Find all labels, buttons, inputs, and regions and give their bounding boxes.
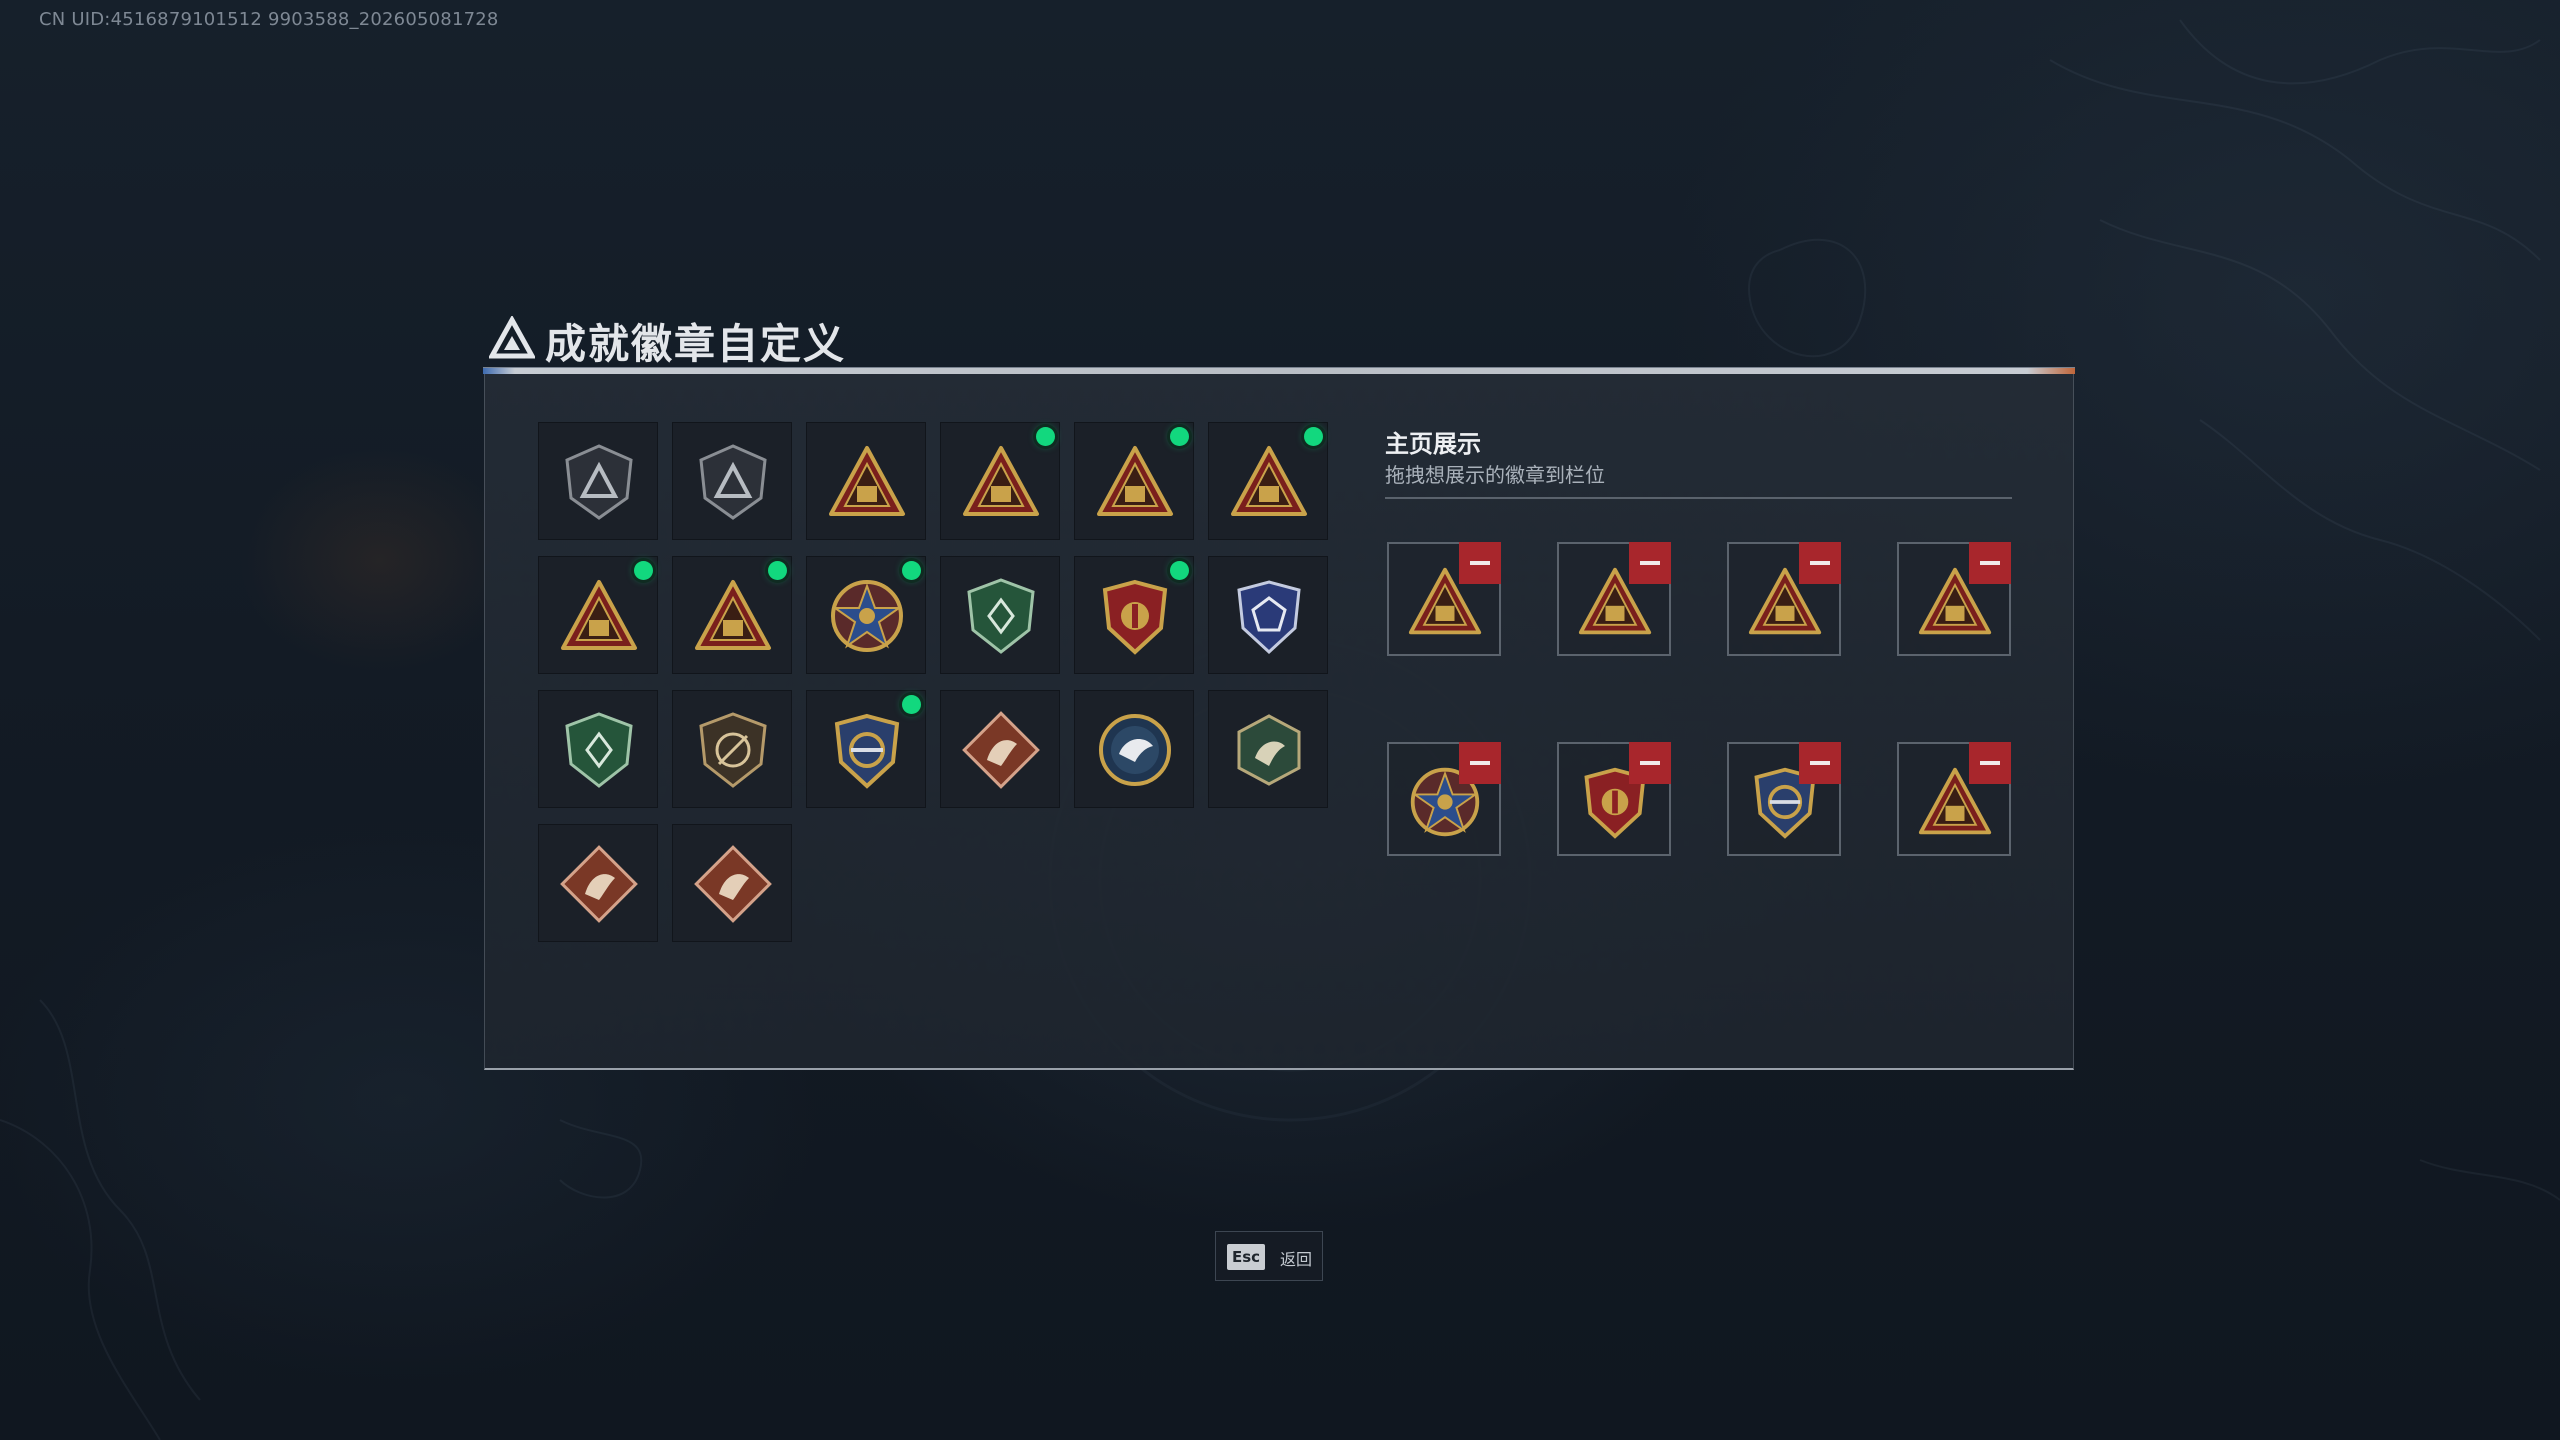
runner-diamond-badge-icon (694, 845, 772, 923)
showcase-slot-2[interactable] (1557, 542, 1671, 656)
badge-cell-star-medal-badge[interactable] (806, 556, 926, 674)
new-badge-indicator (1170, 427, 1189, 446)
badge-cell-blue-shield-badge[interactable] (1208, 556, 1328, 674)
showcase-slot-6[interactable] (1557, 742, 1671, 856)
badge-cell-green-rifle-shield-badge[interactable] (538, 690, 658, 808)
new-badge-indicator (1036, 427, 1055, 446)
new-badge-indicator (902, 695, 921, 714)
badge-cell-rocket-triangle-badge[interactable] (672, 556, 792, 674)
badge-cell-green-shield-badge[interactable] (940, 556, 1060, 674)
eagle-round-badge-icon (1099, 714, 1171, 786)
remove-badge-button[interactable] (1799, 742, 1841, 784)
badge-cell-hands-triangle-badge[interactable] (1208, 422, 1328, 540)
showcase-title: 主页展示 (1385, 430, 1481, 458)
showcase-slot-5[interactable] (1387, 742, 1501, 856)
s6-triangle-badge-icon (829, 446, 905, 516)
back-label: 返回 (1280, 1250, 1313, 1269)
remove-badge-button[interactable] (1629, 742, 1671, 784)
soldiers-triangle-badge-icon (561, 580, 637, 650)
new-badge-indicator (1170, 561, 1189, 580)
wolf-diamond-badge-icon (962, 711, 1040, 789)
remove-badge-button[interactable] (1629, 542, 1671, 584)
remove-badge-button[interactable] (1969, 742, 2011, 784)
blue-shield-badge-icon (1237, 580, 1301, 655)
badge-cell-eagle-round-badge[interactable] (1074, 690, 1194, 808)
building-triangle-badge-icon (963, 446, 1039, 516)
showcase-slot-7[interactable] (1727, 742, 1841, 856)
remove-badge-button[interactable] (1799, 542, 1841, 584)
badge-cell-soldiers-triangle-badge[interactable] (538, 556, 658, 674)
showcase-slot-3[interactable] (1727, 542, 1841, 656)
helicopter-shield-badge-icon (699, 444, 767, 520)
wasp-hexagon-badge-icon (1237, 714, 1301, 786)
delta-logo-icon (489, 316, 535, 359)
remove-badge-button[interactable] (1969, 542, 2011, 584)
badge-cell-wolf-diamond-badge[interactable] (940, 690, 1060, 808)
badge-cell-building-triangle-badge[interactable] (940, 422, 1060, 540)
triangle-shield-badge-icon (565, 444, 633, 520)
red-crest-badge-icon (1102, 579, 1168, 655)
new-badge-indicator (902, 561, 921, 580)
star-medal-badge-icon (831, 580, 903, 652)
showcase-slot-1[interactable] (1387, 542, 1501, 656)
new-badge-indicator (1304, 427, 1323, 446)
badge-cell-helicopter-shield-badge[interactable] (672, 422, 792, 540)
esc-key-icon: Esc (1227, 1244, 1265, 1270)
badge-cell-runner-diamond-badge[interactable] (672, 824, 792, 942)
remove-badge-button[interactable] (1459, 542, 1501, 584)
hands-triangle-badge-icon (1231, 446, 1307, 516)
badge-cell-wasp-hexagon-badge[interactable] (1208, 690, 1328, 808)
showcase-subtitle: 拖拽想展示的徽章到栏位 (1385, 463, 1605, 487)
user-uid: CN UID:4516879101512 9903588_20260508172… (39, 9, 499, 30)
remove-badge-button[interactable] (1459, 742, 1501, 784)
number-one-triangle-badge-icon (1097, 446, 1173, 516)
badge-cell-s6-triangle-badge[interactable] (806, 422, 926, 540)
badge-cell-red-crest-badge[interactable] (1074, 556, 1194, 674)
showcase-divider (1385, 497, 2012, 499)
showcase-slot-8[interactable] (1897, 742, 2011, 856)
rifle-shield-badge-icon (699, 712, 767, 788)
badge-cell-triangle-shield-badge[interactable] (538, 422, 658, 540)
badge-cell-blue-gold-crest-badge[interactable] (806, 690, 926, 808)
back-button[interactable]: Esc 返回 (1215, 1231, 1323, 1281)
header-divider (483, 367, 2075, 374)
page-title: 成就徽章自定义 (545, 320, 846, 368)
badge-cell-number-one-triangle-badge[interactable] (1074, 422, 1194, 540)
badge-cell-dragon-diamond-badge[interactable] (538, 824, 658, 942)
blue-gold-crest-badge-icon (834, 713, 900, 789)
new-badge-indicator (768, 561, 787, 580)
panel-header: 成就徽章自定义 (483, 304, 2075, 374)
green-rifle-shield-badge-icon (565, 712, 633, 788)
badge-cell-rifle-shield-badge[interactable] (672, 690, 792, 808)
new-badge-indicator (634, 561, 653, 580)
green-shield-badge-icon (967, 578, 1035, 654)
showcase-slot-4[interactable] (1897, 542, 2011, 656)
rocket-triangle-badge-icon (695, 580, 771, 650)
dragon-diamond-badge-icon (560, 845, 638, 923)
